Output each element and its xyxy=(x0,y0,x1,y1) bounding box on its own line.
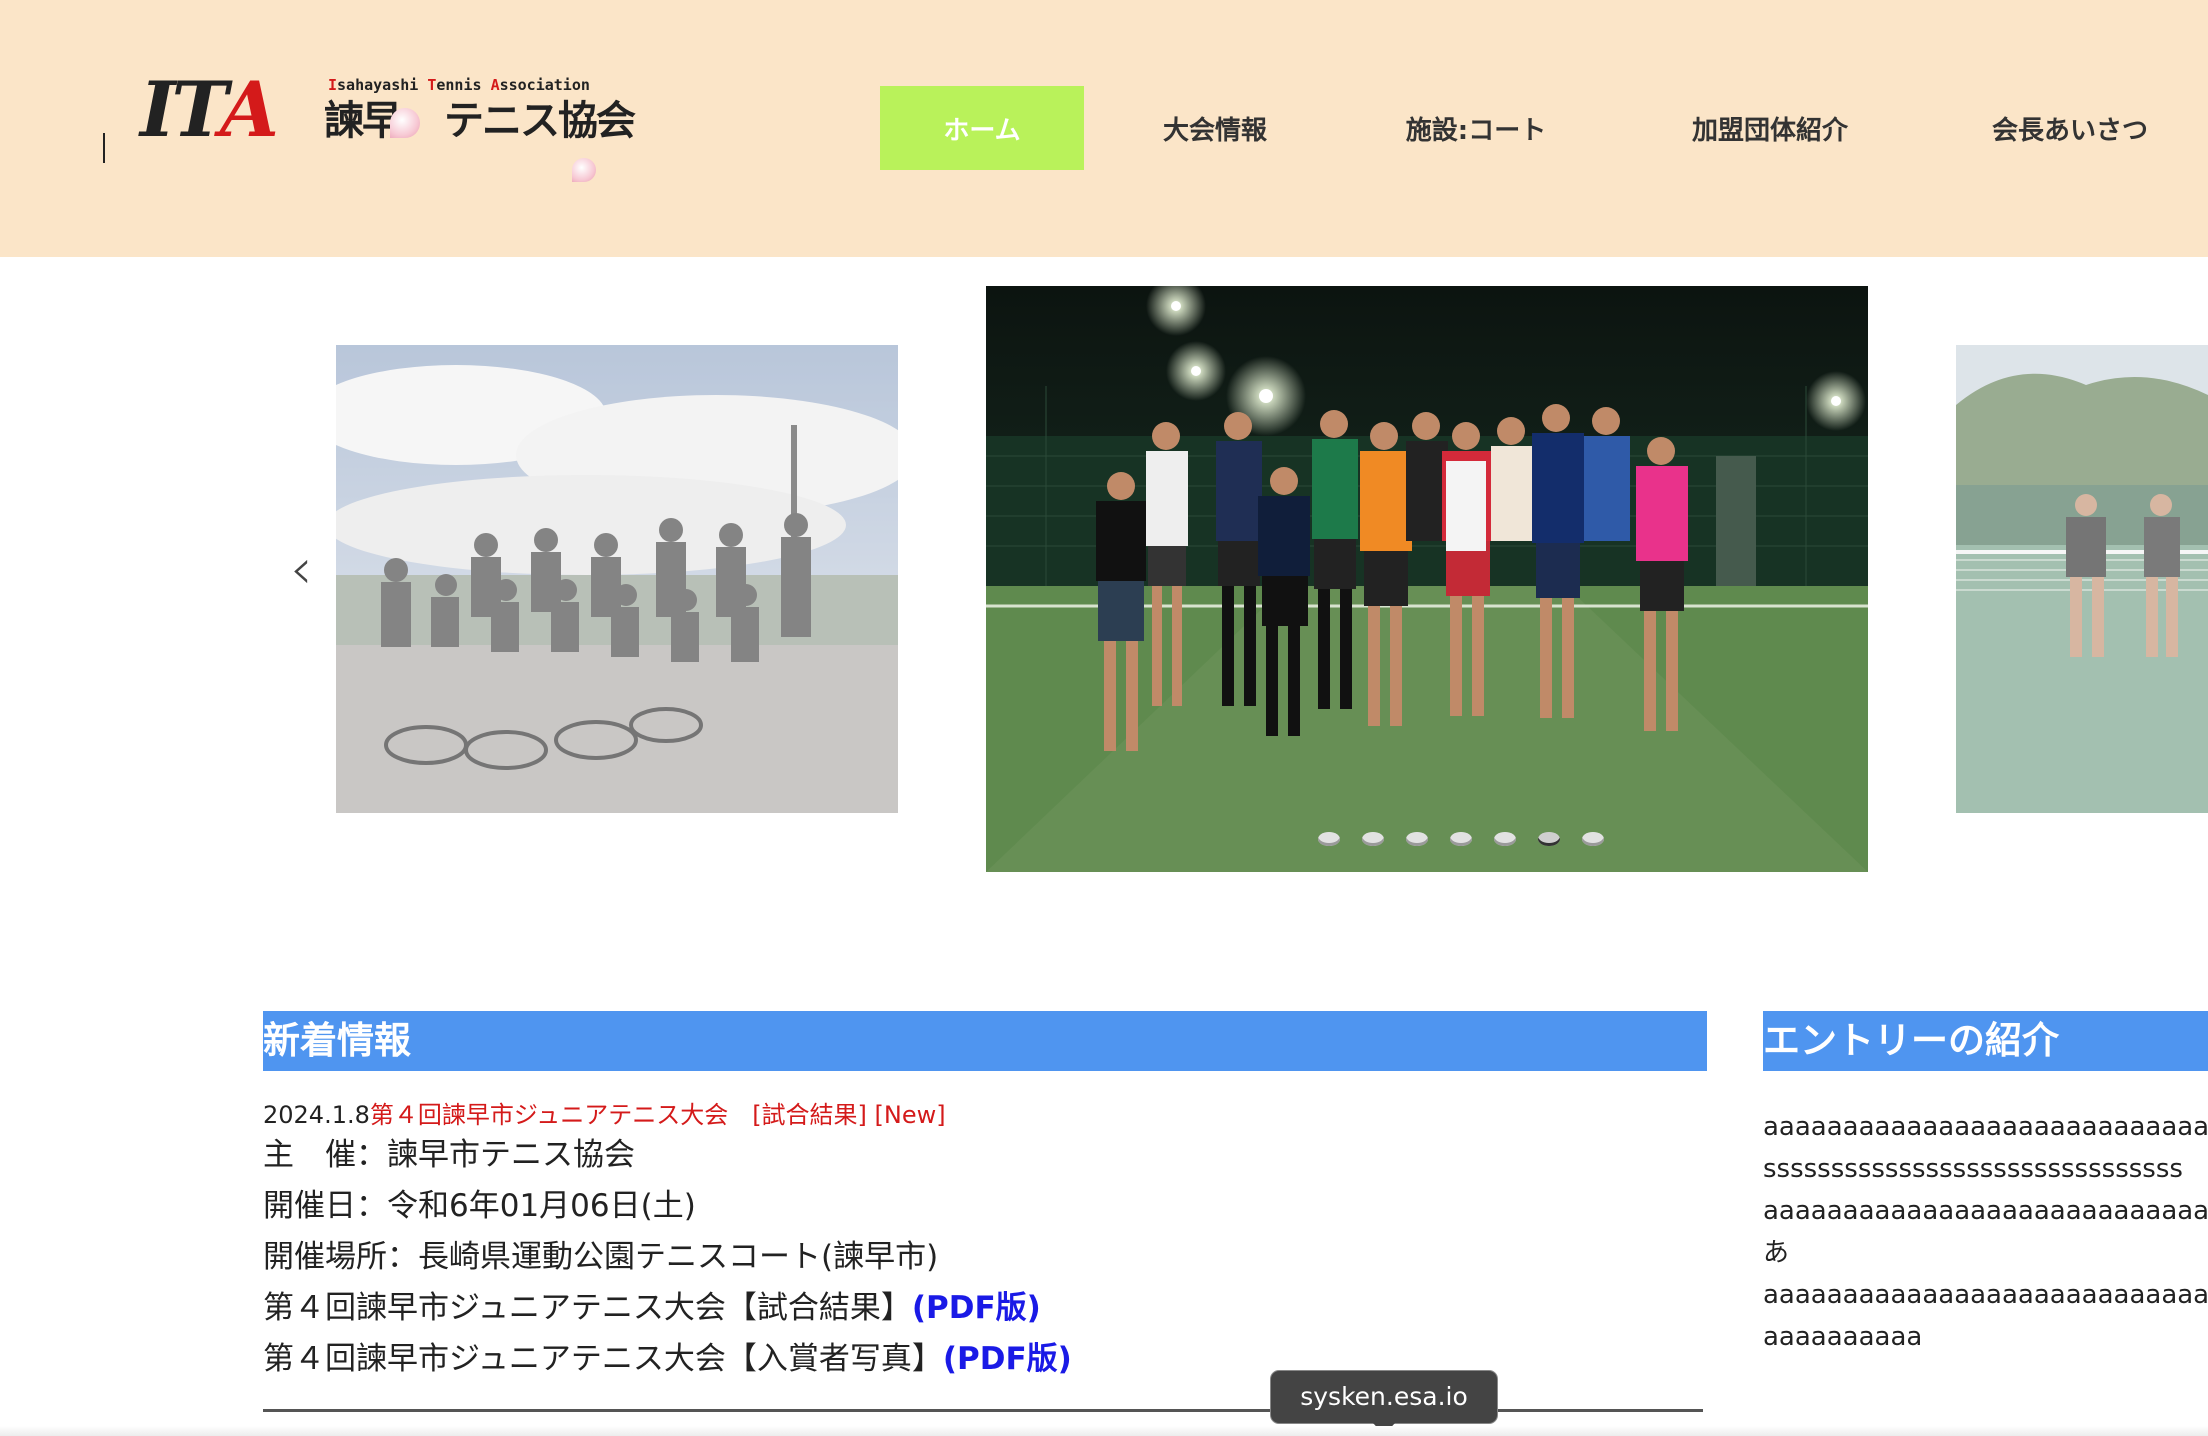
photos-pdf-link[interactable]: (PDF版) xyxy=(943,1341,1072,1377)
news-results-label: 第４回諫早市ジュニアテニス大会【試合結果】 xyxy=(263,1290,912,1326)
bottom-edge xyxy=(0,1426,2208,1436)
group-photo-night-court xyxy=(986,286,1868,872)
group-photo-daytime xyxy=(336,345,898,813)
entry-line: sssssssssssssssssssssssssssssss xyxy=(1763,1154,2183,1184)
cherry-blossom-icon xyxy=(572,158,596,182)
logo-japanese-name: 諫早 テニス協会 xyxy=(324,98,636,144)
cherry-blossom-icon xyxy=(390,108,420,138)
slider-prev-arrow[interactable]: ‹ xyxy=(290,542,326,598)
slider-dot[interactable] xyxy=(1494,832,1516,846)
slider-dot[interactable] xyxy=(1582,832,1604,846)
slide-photo-next[interactable] xyxy=(1956,345,2208,813)
news-held-date: 開催日：令和6年01月06日(土) xyxy=(263,1188,696,1224)
entry-line: aaaaaaaaaaaaaaaaaaaaaaaaaaaaaaa xyxy=(1763,1196,2208,1226)
entry-text: aaaaaaaaaaaaaaaaaaaaaaaaaaaaaaa ssssssss… xyxy=(1763,1106,2208,1358)
group-photo-court-hills xyxy=(1956,345,2208,813)
slider-dot[interactable] xyxy=(1450,832,1472,846)
logo-ita-mark: ITA xyxy=(140,65,279,154)
nav-member-groups[interactable]: 加盟団体紹介 xyxy=(1672,86,1868,170)
news-date: 2024.1.8 xyxy=(263,1101,370,1129)
slide-photo-previous[interactable] xyxy=(336,345,898,813)
results-pdf-link[interactable]: (PDF版) xyxy=(912,1290,1041,1326)
news-results-row: 第４回諫早市ジュニアテニス大会【試合結果】(PDF版) xyxy=(263,1283,1703,1334)
nav-president-greeting[interactable]: 会長あいさつ xyxy=(1970,86,2170,170)
news-date-line: 2024.1.8第４回諫早市ジュニアテニス大会 [試合結果] [New] xyxy=(263,1100,1703,1130)
url-tooltip: sysken.esa.io xyxy=(1270,1370,1498,1435)
slider-dot[interactable] xyxy=(1406,832,1428,846)
slider-dot[interactable] xyxy=(1362,832,1384,846)
slider-dot[interactable] xyxy=(1318,832,1340,846)
entry-line: aaaaaaaaaa xyxy=(1763,1322,1923,1352)
nav-facility-court[interactable]: 施設:コート xyxy=(1380,86,1572,170)
news-headline-link[interactable]: 第４回諫早市ジュニアテニス大会 [試合結果] [New] xyxy=(370,1101,946,1129)
site-header: ITA Isahayashi Tennis Association 諫早 テニス協… xyxy=(0,0,2208,257)
slide-photo-current[interactable] xyxy=(986,286,1868,872)
entry-line: あ xyxy=(1763,1238,1790,1268)
nav-home[interactable]: ホーム xyxy=(880,86,1084,170)
news-venue: 開催場所：長崎県運動公園テニスコート(諫早市) xyxy=(263,1239,939,1275)
slider-dot-active[interactable] xyxy=(1538,832,1560,846)
slider-dots xyxy=(1318,832,1604,846)
text-cursor xyxy=(103,133,105,163)
entry-line: aaaaaaaaaaaaaaaaaaaaaaaaaaaaaaa xyxy=(1763,1112,2208,1142)
news-section-title: 新着情報 xyxy=(263,1011,1707,1071)
nav-tournament-info[interactable]: 大会情報 xyxy=(1120,86,1310,170)
site-logo[interactable]: ITA Isahayashi Tennis Association 諫早 テニス協… xyxy=(140,65,636,182)
entry-line: aaaaaaaaaaaaaaaaaaaaaaaaaaaaaaa xyxy=(1763,1280,2208,1310)
news-photos-label: 第４回諫早市ジュニアテニス大会【入賞者写真】 xyxy=(263,1341,943,1377)
entry-section-title: エントリーの紹介 xyxy=(1763,1011,2208,1071)
news-organizer: 主 催：諫早市テニス協会 xyxy=(263,1137,635,1173)
logo-english-name: Isahayashi Tennis Association xyxy=(328,76,590,94)
news-item: 2024.1.8第４回諫早市ジュニアテニス大会 [試合結果] [New] 主 催… xyxy=(263,1100,1703,1385)
